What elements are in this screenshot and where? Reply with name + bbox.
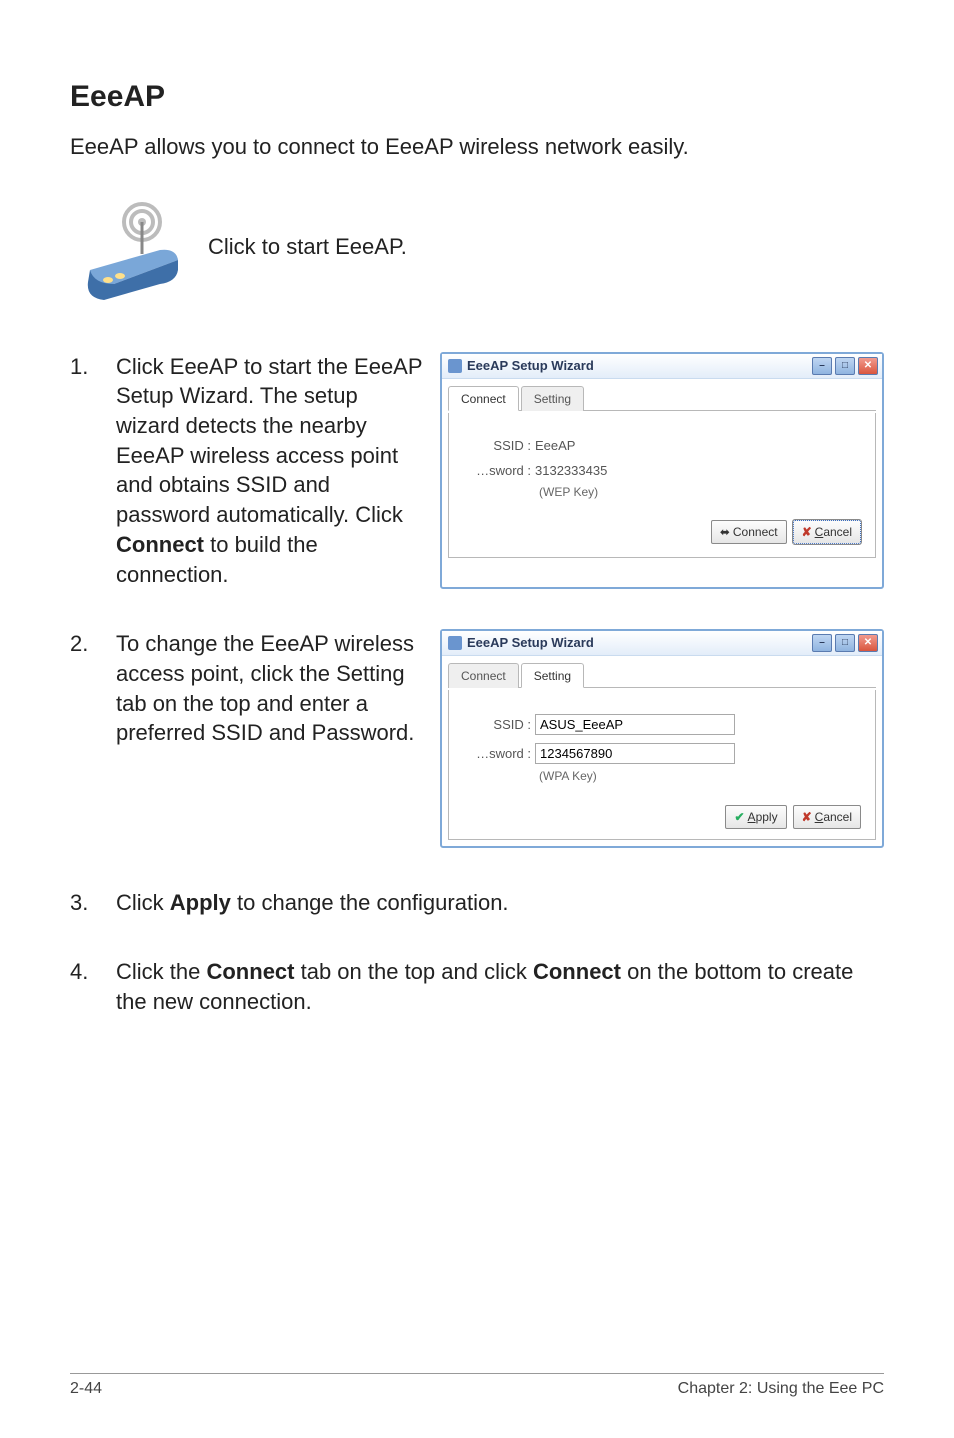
connect-icon: ⬌ (720, 524, 730, 540)
window-setting: EeeAP Setup Wizard – □ ✕ Connect Setting (440, 629, 884, 848)
cancel-rest: ancel (823, 810, 852, 824)
step-num: 4. (70, 957, 116, 987)
app-icon (448, 636, 462, 650)
ssid-label: SSID : (463, 437, 535, 455)
tabs: Connect Setting (448, 385, 876, 411)
minimize-button[interactable]: – (812, 634, 832, 652)
icon-caption: Click to start EeeAP. (208, 234, 407, 260)
window-connect: EeeAP Setup Wizard – □ ✕ Connect Setting (440, 352, 884, 590)
connect-button-label: Connect (733, 524, 778, 540)
apply-button[interactable]: ✔ Apply (725, 805, 786, 829)
step-1-bold: Connect (116, 532, 204, 557)
titlebar: EeeAP Setup Wizard – □ ✕ (442, 354, 882, 379)
step-num: 3. (70, 888, 116, 918)
password-value: 3132333435 (535, 462, 861, 480)
step-3-post: to change the configuration. (231, 890, 509, 915)
tab-panel-connect: SSID : EeeAP …sword : 3132333435 (WEP Ke… (448, 413, 876, 558)
ssid-input[interactable] (535, 714, 735, 735)
apply-rest: pply (756, 810, 778, 824)
tab-setting[interactable]: Setting (521, 663, 584, 688)
page-number: 2-44 (70, 1380, 102, 1398)
maximize-button[interactable]: □ (835, 357, 855, 375)
apply-key: A (748, 810, 756, 824)
step-4-bold2: Connect (533, 959, 621, 984)
step-num: 2. (70, 629, 116, 659)
cancel-rest: ancel (823, 525, 852, 539)
titlebar: EeeAP Setup Wizard – □ ✕ (442, 631, 882, 656)
router-icon (70, 192, 190, 302)
tab-connect[interactable]: Connect (448, 386, 519, 411)
connect-button[interactable]: ⬌Connect (711, 520, 787, 544)
intro-text: EeeAP allows you to connect to EeeAP wir… (70, 132, 884, 162)
step-4-pre: Click the (116, 959, 206, 984)
password-input[interactable] (535, 743, 735, 764)
step-2-text: To change the EeeAP wireless access poin… (116, 629, 426, 848)
tab-panel-setting: SSID : …sword : (WPA Key) ✔ Apply (448, 690, 876, 839)
key-hint: (WEP Key) (539, 484, 861, 500)
password-label: …sword : (463, 745, 535, 763)
apply-icon: ✔ (734, 809, 744, 825)
minimize-button[interactable]: – (812, 357, 832, 375)
page-footer: 2-44 Chapter 2: Using the Eee PC (70, 1373, 884, 1398)
step-1: 1. Click EeeAP to start the EeeAP Setup … (70, 352, 884, 590)
app-icon (448, 359, 462, 373)
step-4: 4. Click the Connect tab on the top and … (70, 957, 884, 1016)
step-num: 1. (70, 352, 116, 382)
window-title: EeeAP Setup Wizard (467, 357, 812, 375)
step-4-bold1: Connect (206, 959, 294, 984)
step-2: 2. To change the EeeAP wireless access p… (70, 629, 884, 848)
step-1-text: Click EeeAP to start the EeeAP Setup Wiz… (116, 352, 426, 590)
cancel-button[interactable]: ✘ Cancel (793, 520, 861, 544)
cancel-button[interactable]: ✘ Cancel (793, 805, 861, 829)
key-hint: (WPA Key) (539, 768, 861, 784)
ssid-label: SSID : (463, 716, 535, 734)
ssid-value: EeeAP (535, 437, 861, 455)
chapter-label: Chapter 2: Using the Eee PC (678, 1380, 884, 1398)
cancel-key: C (815, 525, 824, 539)
close-button[interactable]: ✕ (858, 634, 878, 652)
step-4-text: Click the Connect tab on the top and cli… (116, 957, 884, 1016)
step-3-bold: Apply (170, 890, 231, 915)
step-1-pre: Click EeeAP to start the EeeAP Setup Wiz… (116, 354, 422, 527)
step-3-pre: Click (116, 890, 170, 915)
window-title: EeeAP Setup Wizard (467, 634, 812, 652)
close-button[interactable]: ✕ (858, 357, 878, 375)
tabs: Connect Setting (448, 662, 876, 688)
page-title: EeeAP (70, 80, 884, 114)
cancel-icon: ✘ (802, 524, 812, 540)
maximize-button[interactable]: □ (835, 634, 855, 652)
tab-connect[interactable]: Connect (448, 663, 519, 688)
step-3-text: Click Apply to change the configuration. (116, 888, 884, 918)
cancel-icon: ✘ (802, 809, 812, 825)
tab-setting[interactable]: Setting (521, 386, 584, 411)
launch-icon-row: Click to start EeeAP. (70, 192, 884, 302)
password-label: …sword : (463, 462, 535, 480)
cancel-key: C (815, 810, 824, 824)
step-3: 3. Click Apply to change the configurati… (70, 888, 884, 918)
step-4-mid: tab on the top and click (294, 959, 533, 984)
